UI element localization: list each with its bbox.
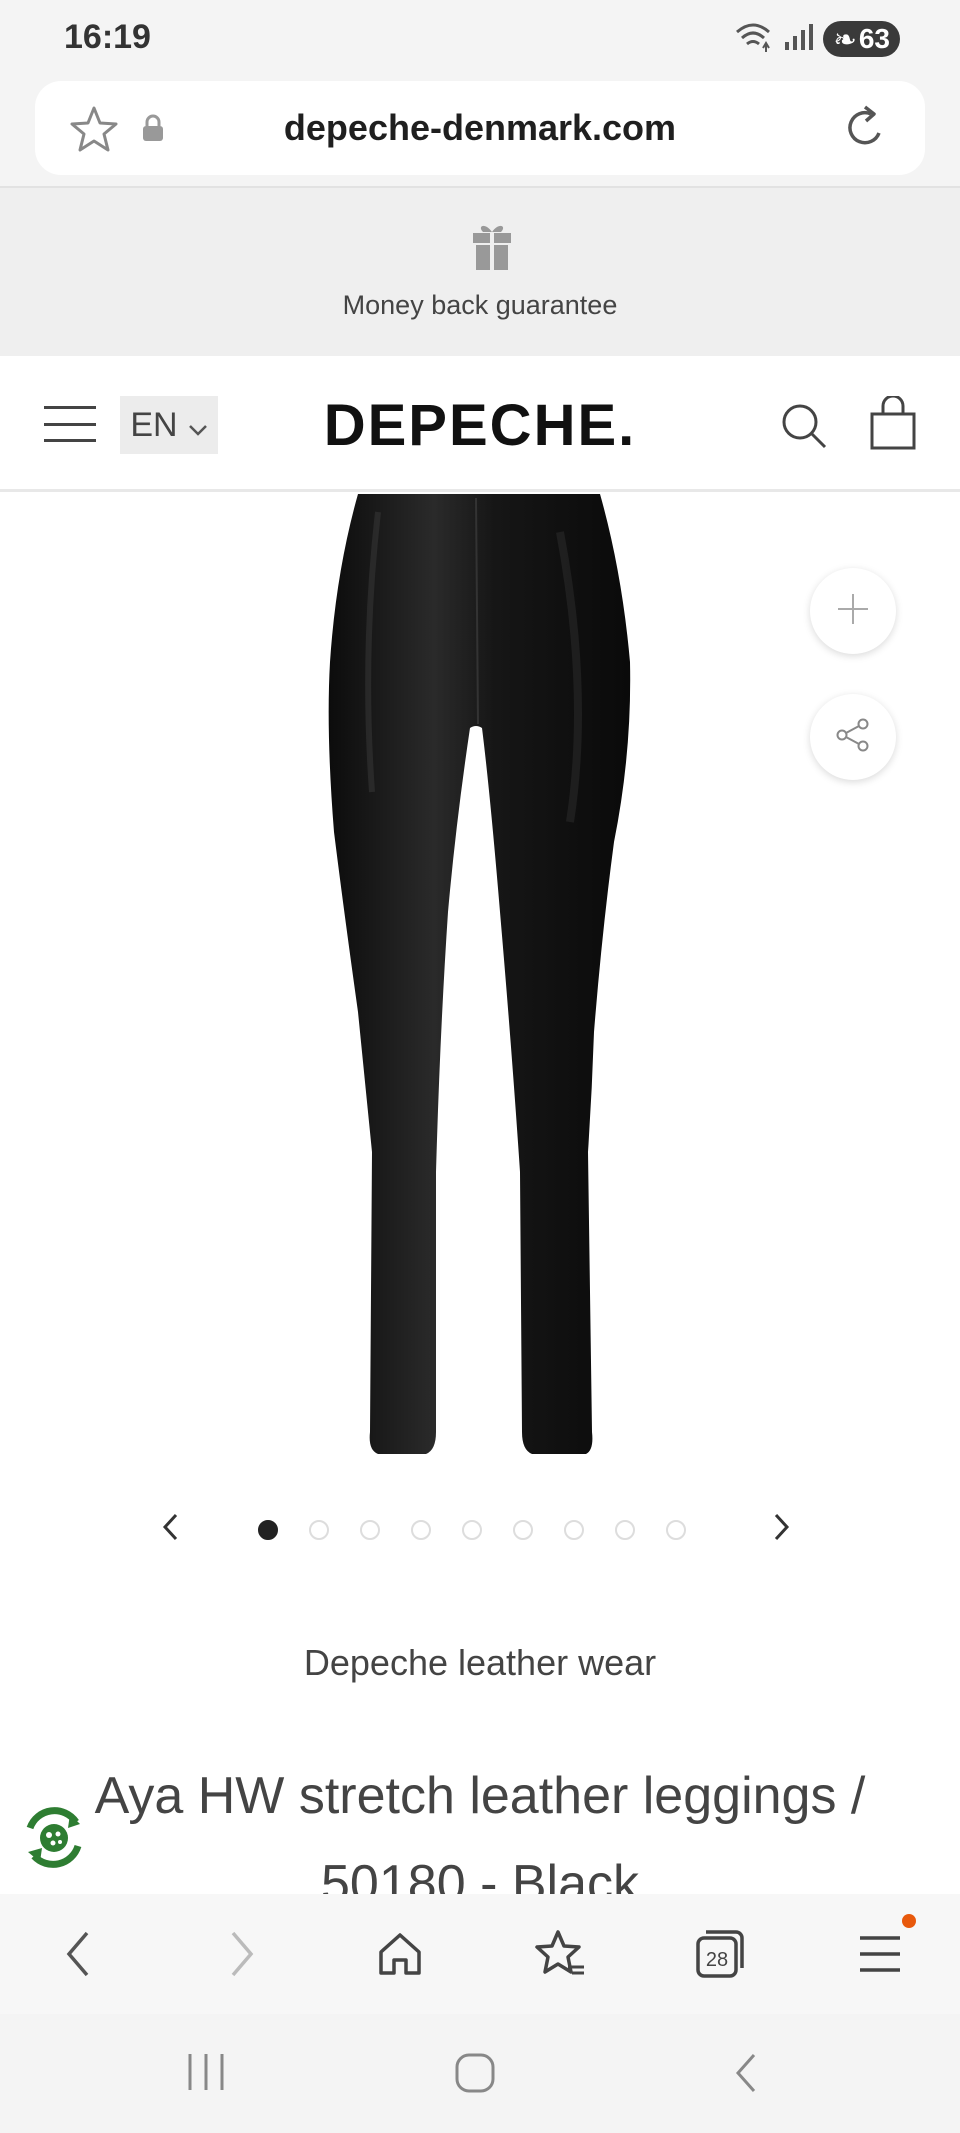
forward-icon[interactable] [212,1924,272,1984]
wifi-icon [733,20,773,59]
gallery-next-arrow[interactable] [770,1512,792,1547]
gallery-pagination [258,1520,686,1540]
browser-bottom-nav: 28 [0,1894,960,2014]
plus-icon [836,592,870,631]
gift-icon [471,220,513,277]
gallery-dot[interactable] [666,1520,686,1540]
share-icon [835,718,871,757]
signal-icon [783,22,814,57]
address-bar[interactable]: depeche-denmark.com [35,81,925,175]
gallery-dot[interactable] [513,1520,533,1540]
battery-indicator: ❧ 63 [823,21,900,57]
home-icon[interactable] [370,1924,430,1984]
url-text[interactable]: depeche-denmark.com [35,107,925,149]
system-nav-bar [0,2014,960,2133]
gallery-dot[interactable] [411,1520,431,1540]
promo-banner: Money back guarantee [0,186,960,356]
bookmarks-icon[interactable] [530,1924,590,1984]
browser-toolbar: depeche-denmark.com [0,80,960,186]
product-gallery [0,492,960,1541]
battery-level: 63 [858,23,890,54]
site-header: EN DEPECHE. [0,356,960,492]
tab-count: 28 [706,1949,728,1971]
gallery-dot[interactable] [462,1520,482,1540]
promo-text: Money back guarantee [342,290,618,320]
gallery-dot[interactable] [360,1520,380,1540]
product-image[interactable] [0,492,960,1492]
product-brand[interactable]: Depeche leather wear [0,1642,960,1684]
menu-icon[interactable] [850,1924,910,1984]
back-icon[interactable] [48,1924,108,1984]
gallery-dot[interactable] [309,1520,329,1540]
notification-dot [902,1914,916,1928]
recent-apps-icon[interactable] [186,2052,226,2097]
tabs-icon[interactable]: 28 [690,1924,750,1984]
leaf-icon: ❧ [833,23,857,55]
shopping-bag-icon[interactable] [870,394,916,455]
status-icons: ❧ 63 [733,18,900,60]
gallery-dot[interactable] [564,1520,584,1540]
status-time: 16:19 [64,18,151,56]
gallery-dot[interactable] [258,1520,278,1540]
eco-badge-icon[interactable] [18,1802,90,1879]
gallery-prev-arrow[interactable] [160,1512,182,1547]
home-button-icon[interactable] [454,2052,496,2099]
gallery-dot[interactable] [615,1520,635,1540]
search-icon[interactable] [780,402,828,455]
status-bar: 16:19 ❧ 63 [0,0,960,80]
zoom-button[interactable] [810,568,896,654]
reload-icon[interactable] [841,103,889,158]
share-button[interactable] [810,694,896,780]
system-back-icon[interactable] [732,2052,760,2099]
